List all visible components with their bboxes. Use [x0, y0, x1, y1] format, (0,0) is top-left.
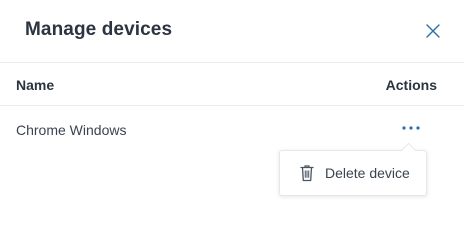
more-horizontal-icon[interactable]: [398, 120, 424, 136]
manage-devices-dialog: Manage devices Name Actions Chrome Windo…: [0, 0, 464, 205]
actions-dropdown-menu: Delete device: [279, 150, 427, 196]
delete-device-label: Delete device: [325, 165, 410, 181]
column-header-actions: Actions: [385, 77, 437, 93]
table-row: Chrome Windows: [0, 106, 464, 152]
trash-icon: [299, 164, 315, 182]
delete-device-menu-item[interactable]: Delete device: [280, 151, 426, 195]
dialog-title: Manage devices: [25, 19, 173, 40]
close-icon[interactable]: [424, 22, 442, 40]
column-header-name: Name: [16, 77, 55, 93]
device-name: Chrome Windows: [16, 122, 127, 138]
table-header-row: Name Actions: [0, 63, 464, 106]
dialog-header: Manage devices: [0, 0, 464, 63]
